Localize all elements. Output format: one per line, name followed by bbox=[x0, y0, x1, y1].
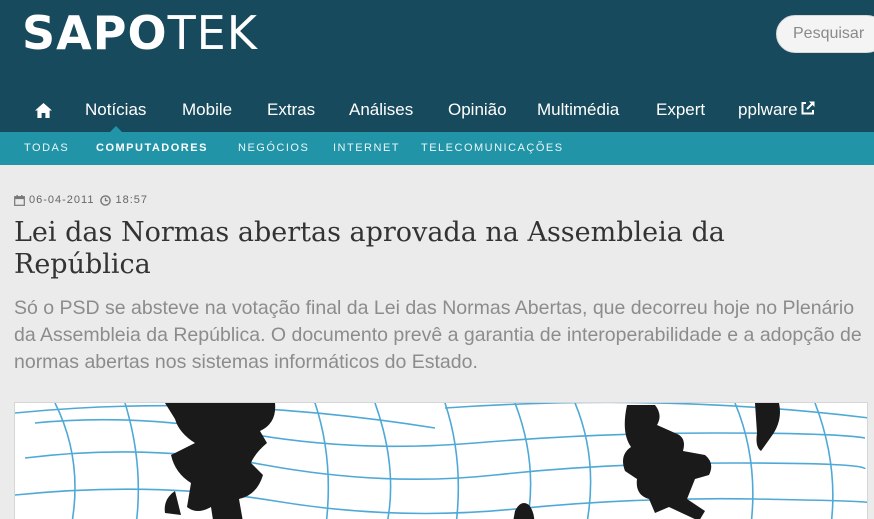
nav-item-mobile[interactable]: Mobile bbox=[182, 88, 232, 132]
subnav-item-telecomunicacoes[interactable]: TELECOMUNICAÇÕES bbox=[421, 132, 564, 165]
sapotek-logo[interactable]: SAPOTEK bbox=[22, 6, 258, 60]
subnav-item-todas[interactable]: TODAS bbox=[24, 132, 69, 165]
nav-item-expert[interactable]: Expert bbox=[656, 88, 705, 132]
home-icon bbox=[35, 103, 52, 119]
article-date: 06-04-2011 bbox=[29, 194, 95, 206]
nav-item-extras[interactable]: Extras bbox=[267, 88, 315, 132]
nav-item-pplware[interactable]: pplware bbox=[738, 88, 816, 132]
article-lead: Só o PSD se absteve na votação final da … bbox=[14, 297, 862, 373]
web-network-illustration bbox=[15, 403, 867, 519]
subnav-item-negocios[interactable]: NEGÓCIOS bbox=[238, 132, 309, 165]
nav-item-multimedia[interactable]: Multimédia bbox=[537, 88, 619, 132]
subnav-item-computadores[interactable]: COMPUTADORES bbox=[96, 132, 208, 165]
nav-item-opiniao[interactable]: Opinião bbox=[448, 88, 507, 132]
logo-light-text: TEK bbox=[167, 6, 258, 60]
nav-item-noticias[interactable]: Notícias bbox=[85, 88, 146, 133]
nav-item-pplware-label: pplware bbox=[738, 100, 798, 119]
nav-item-analises[interactable]: Análises bbox=[349, 88, 413, 132]
calendar-icon bbox=[14, 194, 25, 206]
nav-home[interactable] bbox=[35, 88, 52, 132]
article-title: Lei das Normas abertas aprovada na Assem… bbox=[14, 217, 725, 280]
article-meta: 06-04-2011 18:57 bbox=[14, 192, 148, 208]
main-nav: Notícias Mobile Extras Análises Opinião … bbox=[0, 88, 874, 133]
subnav-item-internet[interactable]: INTERNET bbox=[333, 132, 400, 165]
search-input[interactable] bbox=[776, 15, 874, 53]
article-image bbox=[14, 402, 868, 519]
external-link-icon bbox=[801, 101, 815, 115]
clock-icon bbox=[100, 194, 112, 206]
sub-nav: TODAS COMPUTADORES NEGÓCIOS INTERNET TEL… bbox=[0, 132, 874, 165]
article-time: 18:57 bbox=[115, 194, 148, 206]
site-header: SAPOTEK Notícias Mobile Extras Análises … bbox=[0, 0, 874, 133]
logo-bold-text: SAPO bbox=[22, 6, 168, 60]
